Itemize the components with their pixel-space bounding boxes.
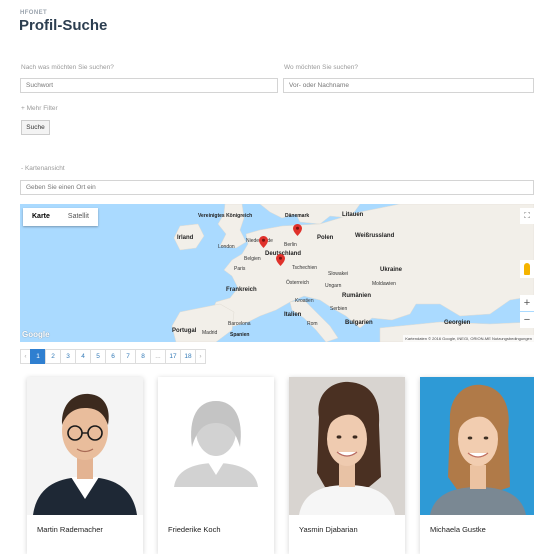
continent [209, 204, 534, 329]
pagination-page[interactable]: 5 [90, 349, 106, 364]
country-label: Spanien [230, 332, 250, 338]
city-label: Ungarn [325, 283, 342, 289]
map[interactable]: Karte Satellit Vereinigtes Königreich Ir… [20, 204, 534, 342]
country-label: Litauen [342, 212, 364, 218]
pagination-ellipsis: ... [150, 349, 166, 364]
keyword-input[interactable]: Suchwort [20, 78, 278, 93]
profile-card[interactable]: Martin Rademacher [27, 377, 143, 554]
city-label: Madrid [202, 330, 218, 336]
pagination-page[interactable]: 2 [45, 349, 61, 364]
city-label: Moldawien [372, 281, 396, 287]
pagination-page[interactable]: 3 [60, 349, 76, 364]
pagination-page[interactable]: 7 [120, 349, 136, 364]
profile-card[interactable]: Michaela Gustke [420, 377, 534, 554]
profile-photo [27, 377, 143, 515]
map-type-tabs: Karte Satellit [23, 208, 98, 226]
city-label: Belgien [244, 256, 261, 262]
profile-photo [289, 377, 405, 515]
country-label: Frankreich [226, 287, 257, 293]
fullscreen-icon[interactable]: ⛶ [520, 208, 534, 224]
country-label: Italien [284, 312, 302, 318]
zoom-out-button[interactable]: − [520, 312, 534, 328]
more-filters-link[interactable]: + Mehr Filter [21, 105, 58, 112]
where-search-label: Wo möchten Sie suchen? [284, 64, 358, 71]
country-label: Rumänien [342, 293, 372, 299]
city-label: Barcelona [228, 321, 251, 327]
country-label: Ukraine [380, 267, 403, 273]
pagination-page[interactable]: 1 [30, 349, 46, 364]
city-label: Serbien [330, 306, 348, 312]
pagination-page[interactable]: 18 [180, 349, 196, 364]
pagination-page[interactable]: 4 [75, 349, 91, 364]
city-label: Paris [234, 266, 246, 272]
map-pin[interactable] [259, 236, 268, 248]
country-label: Georgien [444, 320, 471, 326]
profile-card[interactable]: Yasmin Djabarian [289, 377, 405, 554]
iberia [171, 303, 235, 342]
what-search-label: Nach was möchten Sie suchen? [21, 64, 114, 71]
map-pin[interactable] [276, 254, 285, 266]
city-label: Rom [307, 321, 318, 327]
map-view-toggle[interactable]: - Kartenansicht [21, 165, 65, 172]
pagination-page[interactable]: 6 [105, 349, 121, 364]
country-label: Bulgarien [345, 320, 373, 326]
brand-label: HFONET [20, 10, 48, 16]
location-input[interactable]: Geben Sie einen Ort ein [20, 180, 534, 195]
tab-karte[interactable]: Karte [23, 208, 59, 226]
country-label: Dänemark [285, 213, 310, 219]
country-label: Vereinigtes Königreich [198, 213, 253, 219]
profile-name: Martin Rademacher [37, 525, 103, 534]
page-title: Profil-Suche [19, 17, 108, 34]
city-label: London [218, 244, 235, 250]
pagination-page[interactable]: 17 [165, 349, 181, 364]
city-label: Kroatien [295, 298, 314, 304]
profile-name: Michaela Gustke [430, 525, 486, 534]
profile-photo [420, 377, 534, 515]
country-label: Weißrussland [355, 233, 395, 239]
country-label: Polen [317, 235, 334, 241]
city-label: Tschechien [292, 265, 318, 271]
zoom-in-button[interactable]: + [520, 295, 534, 311]
profile-name: Friederike Koch [168, 525, 221, 534]
google-logo: Google [22, 330, 50, 339]
country-label: Irland [177, 235, 194, 241]
city-label: Berlin [284, 242, 297, 248]
pagination-next[interactable]: › [195, 349, 206, 364]
avatar-placeholder-icon [158, 377, 274, 515]
profile-name: Yasmin Djabarian [299, 525, 358, 534]
map-attribution[interactable]: Kartendaten © 2016 Google, INEGI, ORION-… [403, 335, 534, 342]
country-label: Portugal [172, 328, 197, 334]
search-button[interactable]: Suche [21, 120, 50, 135]
uk-island [217, 204, 247, 249]
name-input[interactable]: Vor- oder Nachname [283, 78, 534, 93]
pagination-page[interactable]: 8 [135, 349, 151, 364]
pagination: ‹ 1 2 3 4 5 6 7 8 ... 17 18 › [20, 349, 206, 364]
city-label: Slowakei [328, 271, 349, 277]
profile-card[interactable]: Friederike Koch [158, 377, 274, 554]
map-pin[interactable] [293, 224, 302, 236]
tab-satellit[interactable]: Satellit [59, 208, 98, 226]
pegman-icon[interactable] [520, 260, 534, 278]
city-label: Österreich [286, 280, 310, 286]
